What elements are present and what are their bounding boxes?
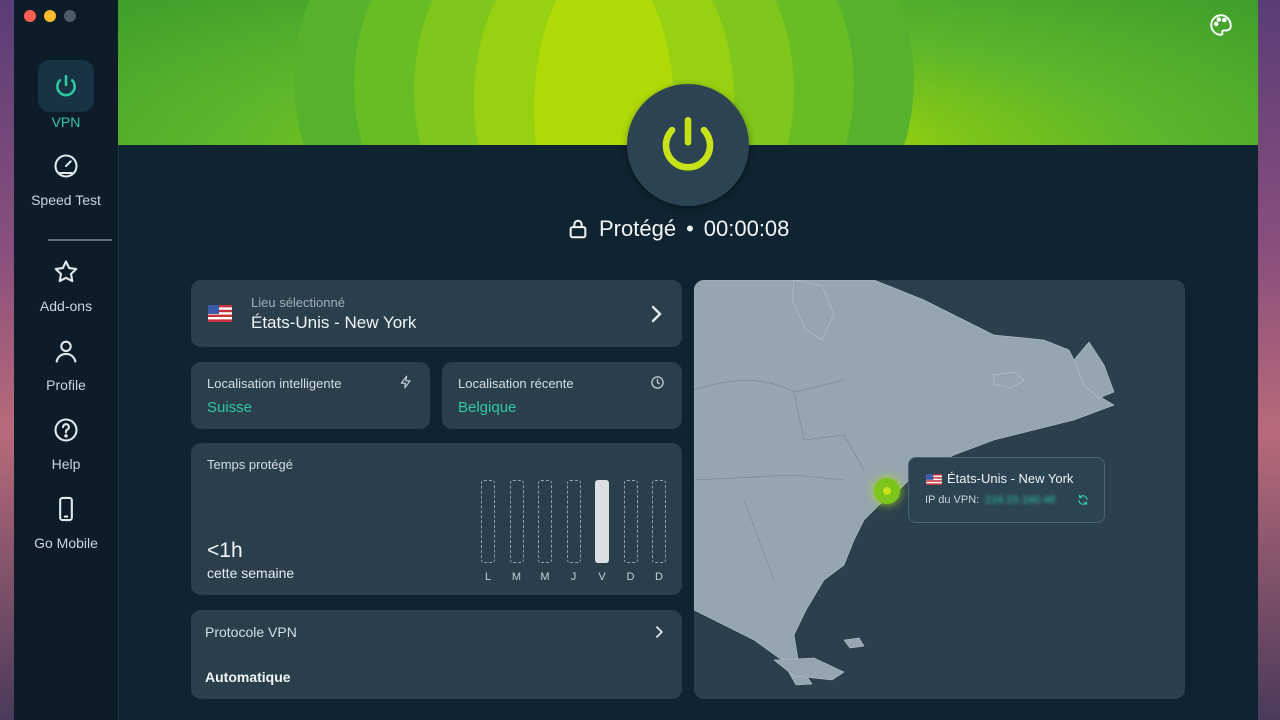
day-label: M xyxy=(511,571,522,583)
day-usage-bar xyxy=(652,480,666,563)
connection-status: Protégé • 00:00:08 xyxy=(567,216,789,242)
protocol-value: Automatique xyxy=(205,669,291,685)
sidebar-item-label: VPN xyxy=(51,114,81,130)
day-label: D xyxy=(626,571,635,583)
day-label: D xyxy=(655,571,663,583)
sidebar-item-label: Help xyxy=(51,456,81,472)
smart-location-title: Localisation intelligente xyxy=(207,376,342,391)
day-usage-bar xyxy=(481,480,495,563)
day-usage-bar xyxy=(595,480,609,563)
power-icon xyxy=(662,116,714,171)
vpn-ip-label: IP du VPN: xyxy=(925,494,980,506)
clock-icon xyxy=(651,376,664,389)
day-usage-bar xyxy=(509,480,524,563)
location-caption: Lieu sélectionné xyxy=(251,295,345,310)
sidebar-item-label: Add-ons xyxy=(39,298,93,314)
speedometer-icon xyxy=(38,142,94,190)
protected-time-value: <1h xyxy=(207,539,243,562)
us-flag-icon xyxy=(208,305,232,322)
question-icon xyxy=(38,406,94,454)
location-marker[interactable] xyxy=(874,478,900,504)
sidebar: VPN Speed Test Add-ons Profile Help Go M… xyxy=(14,0,119,720)
phone-icon xyxy=(38,485,94,533)
zoom-window-button[interactable] xyxy=(64,10,76,22)
sidebar-item-label: Go Mobile xyxy=(34,535,98,551)
recent-location-card[interactable]: Localisation récente Belgique xyxy=(442,362,682,429)
sidebar-item-profile[interactable]: Profile xyxy=(14,327,118,393)
smart-location-card[interactable]: Localisation intelligente Suisse xyxy=(191,362,430,429)
sidebar-item-go-mobile[interactable]: Go Mobile xyxy=(14,485,118,551)
day-label: J xyxy=(570,571,577,583)
day-label: L xyxy=(484,571,492,583)
person-icon xyxy=(38,327,94,375)
minimize-window-button[interactable] xyxy=(44,10,56,22)
vpn-ip-value: 216.15.160.48 xyxy=(985,494,1056,506)
connect-power-button[interactable] xyxy=(627,84,749,206)
protected-time-caption: cette semaine xyxy=(207,565,295,581)
day-label: V xyxy=(598,571,606,583)
sidebar-item-label: Profile xyxy=(46,377,86,393)
smart-location-value: Suisse xyxy=(207,399,253,416)
sidebar-item-add-ons[interactable]: Add-ons xyxy=(14,248,118,314)
vpn-protocol-card[interactable]: Protocole VPN Automatique xyxy=(191,610,682,699)
day-usage-bar xyxy=(623,480,638,563)
sidebar-item-vpn[interactable]: VPN xyxy=(14,60,118,130)
tooltip-location: États-Unis - New York xyxy=(947,471,1074,486)
status-text: Protégé xyxy=(599,216,677,241)
star-icon xyxy=(38,248,94,296)
power-icon xyxy=(38,60,94,112)
close-window-button[interactable] xyxy=(24,10,36,22)
recent-location-value: Belgique xyxy=(458,399,517,416)
chevron-right-icon xyxy=(651,305,662,323)
sidebar-item-help[interactable]: Help xyxy=(14,406,118,472)
status-separator: • xyxy=(686,216,694,241)
protocol-title: Protocole VPN xyxy=(205,624,297,640)
selected-location-card[interactable]: Lieu sélectionné États-Unis - New York xyxy=(191,280,682,347)
protected-time-title: Temps protégé xyxy=(207,457,293,472)
chevron-right-icon xyxy=(656,626,663,638)
connection-timer: 00:00:08 xyxy=(703,216,790,241)
window-controls xyxy=(24,10,76,22)
day-label: M xyxy=(540,571,550,583)
lightning-icon xyxy=(400,375,411,389)
refresh-icon[interactable] xyxy=(1077,494,1089,506)
palette-icon[interactable] xyxy=(1208,12,1234,43)
lock-icon xyxy=(569,219,587,239)
us-flag-icon xyxy=(926,474,942,485)
recent-location-title: Localisation récente xyxy=(458,376,574,391)
day-usage-bar xyxy=(538,480,552,563)
day-usage-bar xyxy=(566,480,581,563)
sidebar-item-label: Speed Test xyxy=(31,192,101,208)
protected-time-card: Temps protégé <1h cette semaine L M M J V D D xyxy=(191,443,682,595)
sidebar-item-speed-test[interactable]: Speed Test xyxy=(14,142,118,208)
location-name: États-Unis - New York xyxy=(251,313,417,332)
sidebar-divider xyxy=(48,239,112,241)
map-location-tooltip: États-Unis - New York IP du VPN: 216.15.… xyxy=(908,457,1105,523)
